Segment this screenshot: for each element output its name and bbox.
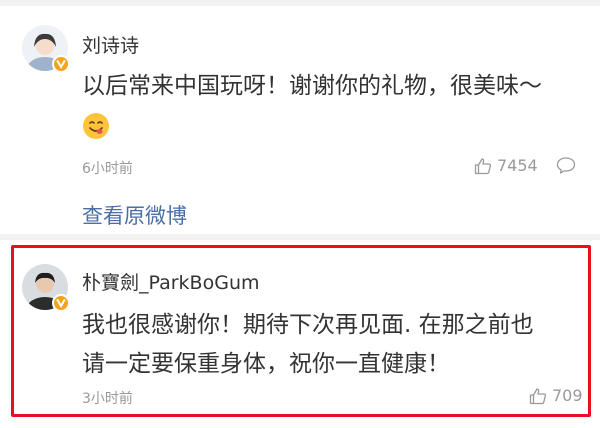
view-original-link[interactable]: 查看原微博 — [82, 200, 187, 230]
comment-timestamp: 3小时前 — [82, 391, 133, 407]
comment-timestamp: 6小时前 — [82, 161, 133, 177]
like-count: 7454 — [497, 156, 538, 175]
avatar-liushishi[interactable] — [22, 25, 70, 73]
thumbs-up-icon — [474, 157, 492, 174]
verified-badge-icon — [52, 55, 70, 73]
commenter-name[interactable]: 朴寶劍_ParkBoGum — [82, 268, 260, 295]
comment-bubble-icon — [556, 157, 576, 174]
avatar-parkbogum[interactable] — [22, 264, 70, 312]
verified-badge-icon — [52, 294, 70, 312]
comment-text: 我也很感谢你！期待下次再见面. 在那之前也 请一定要保重身体，祝你一直健康！ — [82, 306, 582, 384]
comment-text-line: 请一定要保重身体，祝你一直健康！ — [82, 351, 450, 377]
comment-text-line: 我也很感谢你！期待下次再见面. 在那之前也 — [82, 312, 534, 338]
comment-text-line: 以后常来中国玩呀！谢谢你的礼物，很美味～ — [82, 73, 542, 99]
comment-emoji-row — [82, 106, 582, 145]
like-button[interactable]: 709 — [529, 386, 583, 405]
commenter-name[interactable]: 刘诗诗 — [82, 31, 139, 58]
comment-text: 以后常来中国玩呀！谢谢你的礼物，很美味～ — [82, 67, 582, 145]
smiling-face-savoring-icon — [83, 112, 109, 139]
like-button[interactable]: 7454 — [474, 156, 538, 175]
thumbs-up-icon — [529, 387, 547, 404]
like-count: 709 — [552, 386, 583, 405]
reply-button[interactable] — [556, 156, 576, 179]
